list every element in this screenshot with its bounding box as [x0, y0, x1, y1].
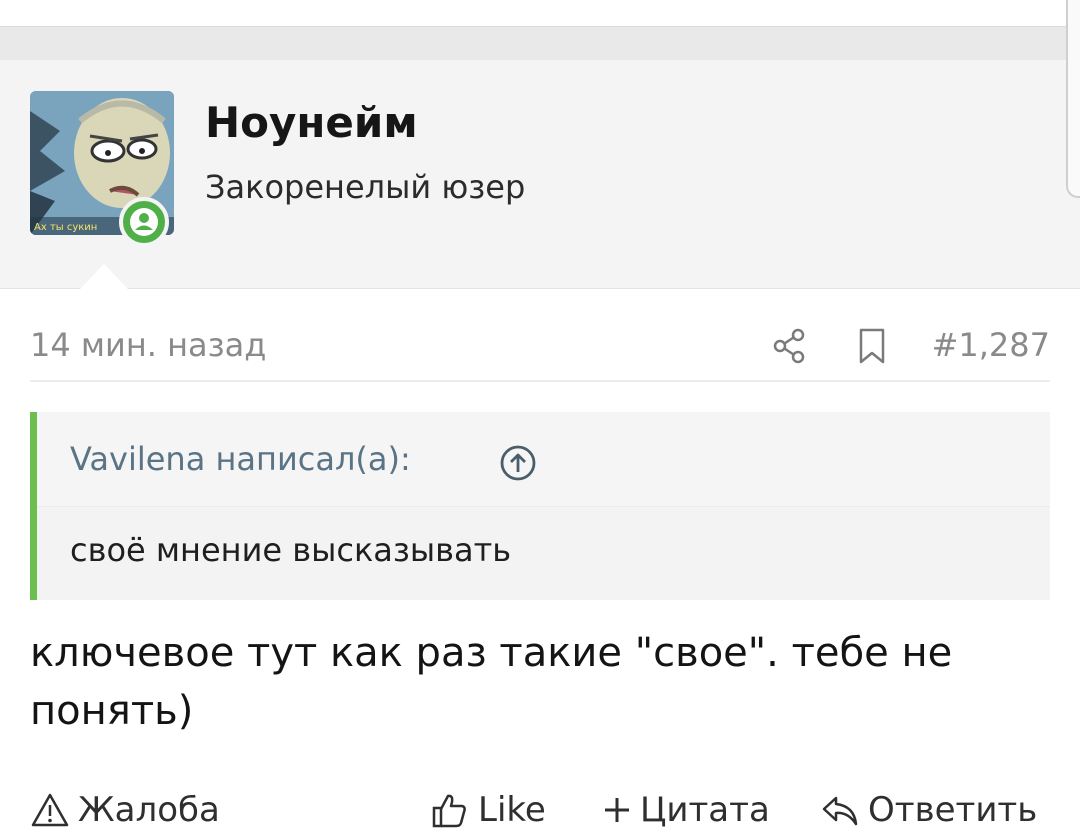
user-title: Закоренелый юзер: [205, 168, 526, 206]
like-button[interactable]: Like: [430, 790, 546, 830]
previous-post-edge: [0, 26, 1080, 61]
plus-icon: [605, 798, 629, 822]
quote-header: Vavilena написал(а):: [37, 412, 1050, 507]
username[interactable]: Ноунейм: [205, 98, 418, 147]
report-button[interactable]: Жалоба: [30, 790, 220, 830]
post-time[interactable]: 14 мин. назад: [30, 326, 266, 364]
reply-button[interactable]: Ответить: [820, 790, 1037, 830]
top-strip: [0, 0, 1080, 26]
report-label: Жалоба: [78, 790, 220, 830]
bookmark-button[interactable]: [855, 324, 889, 368]
post-number[interactable]: #1,287: [932, 326, 1050, 364]
quote-button[interactable]: Цитата: [602, 790, 770, 830]
thumbs-up-icon: [432, 794, 466, 828]
svg-text:Ах ты сукин: Ах ты сукин: [34, 222, 97, 233]
quote-block: Vavilena написал(а): своё мнение высказы…: [30, 412, 1050, 600]
warning-icon: [31, 793, 69, 827]
like-label: Like: [478, 790, 546, 830]
quote-body: своё мнение высказывать: [37, 507, 1050, 600]
user-online-icon: [130, 208, 158, 236]
post-message: ключевое тут как раз такие "свое". тебе …: [30, 630, 953, 734]
quote-jump-button[interactable]: [499, 444, 537, 482]
quote-label: Цитата: [640, 790, 770, 830]
quote-author[interactable]: Vavilena написал(а):: [70, 440, 411, 478]
reply-label: Ответить: [868, 790, 1038, 830]
share-icon: [773, 328, 805, 364]
bookmark-icon: [859, 328, 885, 364]
scrollbar[interactable]: [1066, 0, 1080, 198]
post-actions: Жалоба Like Цитата Ответить: [30, 790, 1070, 840]
share-button[interactable]: [770, 324, 810, 368]
quote-text: своё мнение высказывать: [70, 531, 512, 569]
header-pointer: [80, 264, 128, 289]
arrow-up-circle-icon: [500, 445, 536, 481]
online-status-badge: [119, 197, 169, 247]
post-meta: 14 мин. назад #1,287: [30, 318, 1050, 382]
reply-icon: [822, 796, 858, 826]
